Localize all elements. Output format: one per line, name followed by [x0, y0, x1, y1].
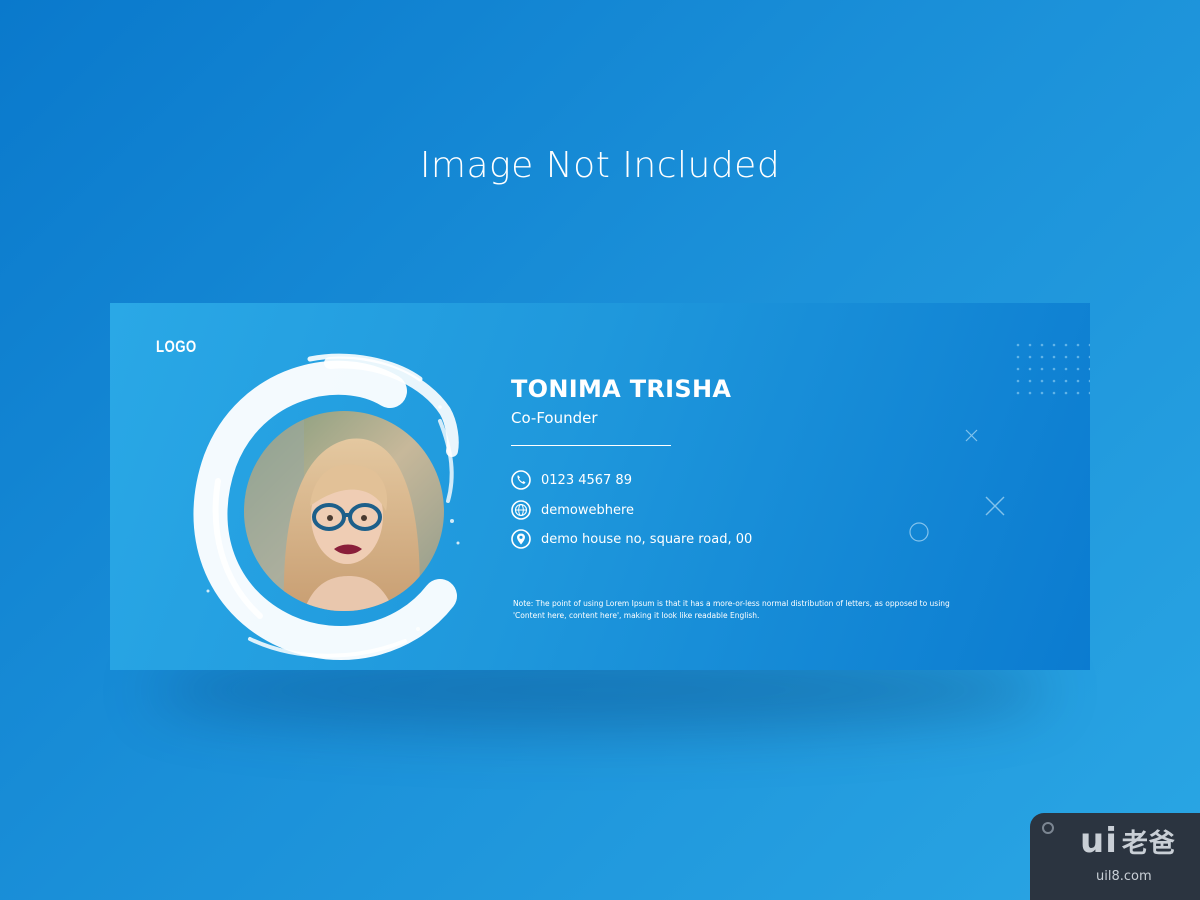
- contact-address[interactable]: demo house no, square road, 00: [511, 528, 752, 550]
- watermark-brand-cjk: 老爸: [1121, 829, 1176, 859]
- profile-photo-illustration: [244, 411, 444, 611]
- profile-photo: [244, 411, 444, 611]
- contact-phone-text: 0123 4567 89: [541, 472, 632, 488]
- person-role: Co-Founder: [511, 409, 598, 427]
- email-signature-banner: LOGO TONIMA TRISHA Co-Founder 0123 4567 …: [110, 303, 1090, 670]
- disclaimer-note: Note: The point of using Lorem Ipsum is …: [513, 598, 993, 622]
- location-pin-icon: [511, 529, 531, 549]
- watermark-badge: ui 老爸 uil8.com: [1030, 813, 1200, 900]
- phone-icon: [511, 470, 531, 490]
- image-not-included-notice: Image Not Included: [419, 145, 781, 186]
- disclaimer-line-2: 'Content here, content here', making it …: [513, 611, 760, 620]
- cross-decoration-small: [965, 429, 978, 442]
- watermark-brand-latin: ui: [1080, 821, 1118, 861]
- contact-phone[interactable]: 0123 4567 89: [511, 469, 632, 491]
- dot-grid-decoration: [1016, 343, 1090, 395]
- cross-decoration-large: [985, 496, 1005, 516]
- circle-decoration: [909, 522, 929, 542]
- contact-website[interactable]: demowebhere: [511, 499, 634, 521]
- contact-website-text: demowebhere: [541, 502, 635, 518]
- name-divider: [511, 445, 671, 446]
- globe-icon: [511, 500, 531, 520]
- watermark-domain: uil8.com: [1096, 869, 1152, 884]
- disclaimer-line-1: Note: The point of using Lorem Ipsum is …: [513, 599, 950, 608]
- watermark-brand: ui 老爸: [1080, 821, 1176, 861]
- person-name: TONIMA TRISHA: [511, 375, 732, 403]
- watermark-hole-icon: [1042, 822, 1054, 834]
- contact-address-text: demo house no, square road, 00: [541, 531, 753, 547]
